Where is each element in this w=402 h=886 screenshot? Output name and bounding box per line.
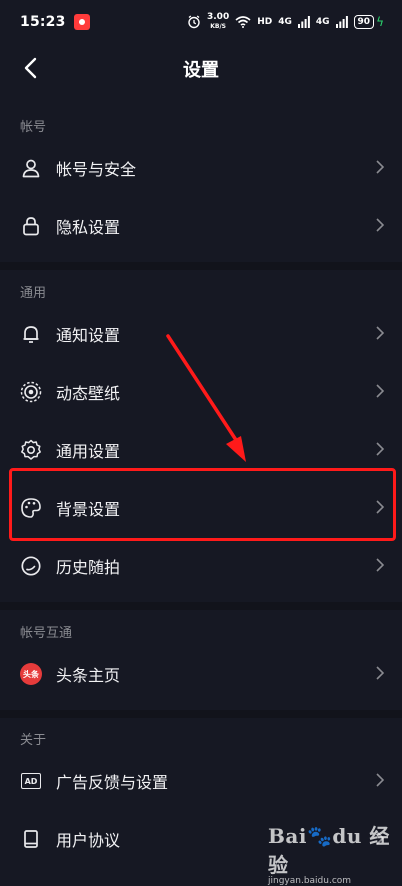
watermark-logo-a: Bai [268,824,307,848]
watermark-logo: Bai🐾du 经验 [268,820,398,878]
watermark-logo-b: du [332,824,362,848]
paw-icon: 🐾 [306,824,333,848]
baidu-watermark: Bai🐾du 经验 jingyan.baidu.com [268,820,398,886]
annotation-arrow [166,334,246,462]
annotation-highlight-box [9,468,396,541]
watermark-url: jingyan.baidu.com [268,876,352,886]
